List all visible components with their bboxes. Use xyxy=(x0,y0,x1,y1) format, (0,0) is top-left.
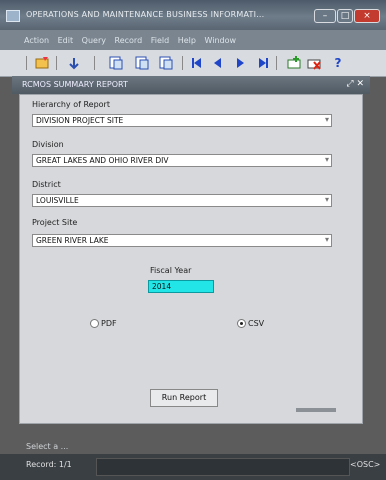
save-icon[interactable] xyxy=(34,55,50,71)
toolbar-separator xyxy=(56,56,57,70)
hierarchy-label: Hierarchy of Report xyxy=(32,100,110,109)
run-report-button[interactable]: Run Report xyxy=(150,389,218,407)
toolbar-separator xyxy=(94,56,95,70)
delete-record-icon[interactable] xyxy=(306,55,322,71)
csv-radio[interactable] xyxy=(237,319,246,328)
status-bar: Select a ... Record: 1/1 <OSC> xyxy=(0,442,386,480)
pdf-radio[interactable] xyxy=(90,319,99,328)
district-value: LOUISVILLE xyxy=(36,196,79,205)
new-record-icon[interactable] xyxy=(286,55,302,71)
menu-record[interactable]: Record xyxy=(115,36,143,45)
division-select[interactable]: GREAT LAKES AND OHIO RIVER DIV ▾ xyxy=(32,154,332,167)
menu-window[interactable]: Window xyxy=(205,36,237,45)
district-label: District xyxy=(32,180,61,189)
toolbar-separator xyxy=(26,56,27,70)
project-site-select[interactable]: GREEN RIVER LAKE ▾ xyxy=(32,234,332,247)
hierarchy-select[interactable]: DIVISION PROJECT SITE ▾ xyxy=(32,114,332,127)
close-button[interactable]: × xyxy=(354,9,380,23)
last-icon[interactable] xyxy=(254,55,270,71)
next-icon[interactable] xyxy=(232,55,248,71)
csv-label: CSV xyxy=(248,319,265,328)
previous-icon[interactable] xyxy=(210,55,226,71)
app-icon xyxy=(6,10,20,22)
division-label: Division xyxy=(32,140,64,149)
add-icon[interactable] xyxy=(66,55,82,71)
subwindow-title: RCMOS SUMMARY REPORT xyxy=(22,80,128,89)
refresh-icon[interactable] xyxy=(158,55,174,71)
subwindow-controls[interactable]: ⤢ ✕ xyxy=(346,79,364,89)
pdf-label: PDF xyxy=(101,319,117,328)
menu-bar: Action Edit Query Record Field Help Wind… xyxy=(0,30,386,50)
chevron-down-icon[interactable]: ▾ xyxy=(325,155,329,164)
print-icon[interactable] xyxy=(134,55,150,71)
report-form-panel xyxy=(19,94,363,424)
mode-indicator: <OSC> xyxy=(350,460,381,469)
copy-icon[interactable] xyxy=(108,55,124,71)
hierarchy-value: DIVISION PROJECT SITE xyxy=(36,116,124,125)
menu-help[interactable]: Help xyxy=(178,36,196,45)
scroll-indicator xyxy=(296,408,336,412)
chevron-down-icon[interactable]: ▾ xyxy=(325,115,329,124)
fiscal-year-label: Fiscal Year xyxy=(150,266,192,275)
fiscal-year-input[interactable]: 2014 xyxy=(148,280,214,293)
chevron-down-icon[interactable]: ▾ xyxy=(325,195,329,204)
subwindow-title-bar: RCMOS SUMMARY REPORT ⤢ ✕ xyxy=(12,76,370,94)
first-icon[interactable] xyxy=(190,55,206,71)
record-indicator: Record: 1/1 xyxy=(26,460,72,469)
status-hint: Select a ... xyxy=(26,442,69,451)
status-field xyxy=(96,458,350,476)
maximize-button[interactable]: □ xyxy=(337,9,353,23)
toolbar-separator xyxy=(182,56,183,70)
window-title: OPERATIONS AND MAINTENANCE BUSINESS INFO… xyxy=(26,10,265,19)
project-site-value: GREEN RIVER LAKE xyxy=(36,236,109,245)
district-select[interactable]: LOUISVILLE ▾ xyxy=(32,194,332,207)
menu-field[interactable]: Field xyxy=(151,36,169,45)
menu-action[interactable]: Action xyxy=(24,36,49,45)
project-site-label: Project Site xyxy=(32,218,78,227)
chevron-down-icon[interactable]: ▾ xyxy=(325,235,329,244)
menu-query[interactable]: Query xyxy=(82,36,106,45)
division-value: GREAT LAKES AND OHIO RIVER DIV xyxy=(36,156,169,165)
toolbar: ? xyxy=(0,50,386,77)
minimize-button[interactable]: – xyxy=(314,9,336,23)
menu-edit[interactable]: Edit xyxy=(58,36,74,45)
toolbar-separator xyxy=(276,56,277,70)
help-icon[interactable]: ? xyxy=(330,55,346,71)
